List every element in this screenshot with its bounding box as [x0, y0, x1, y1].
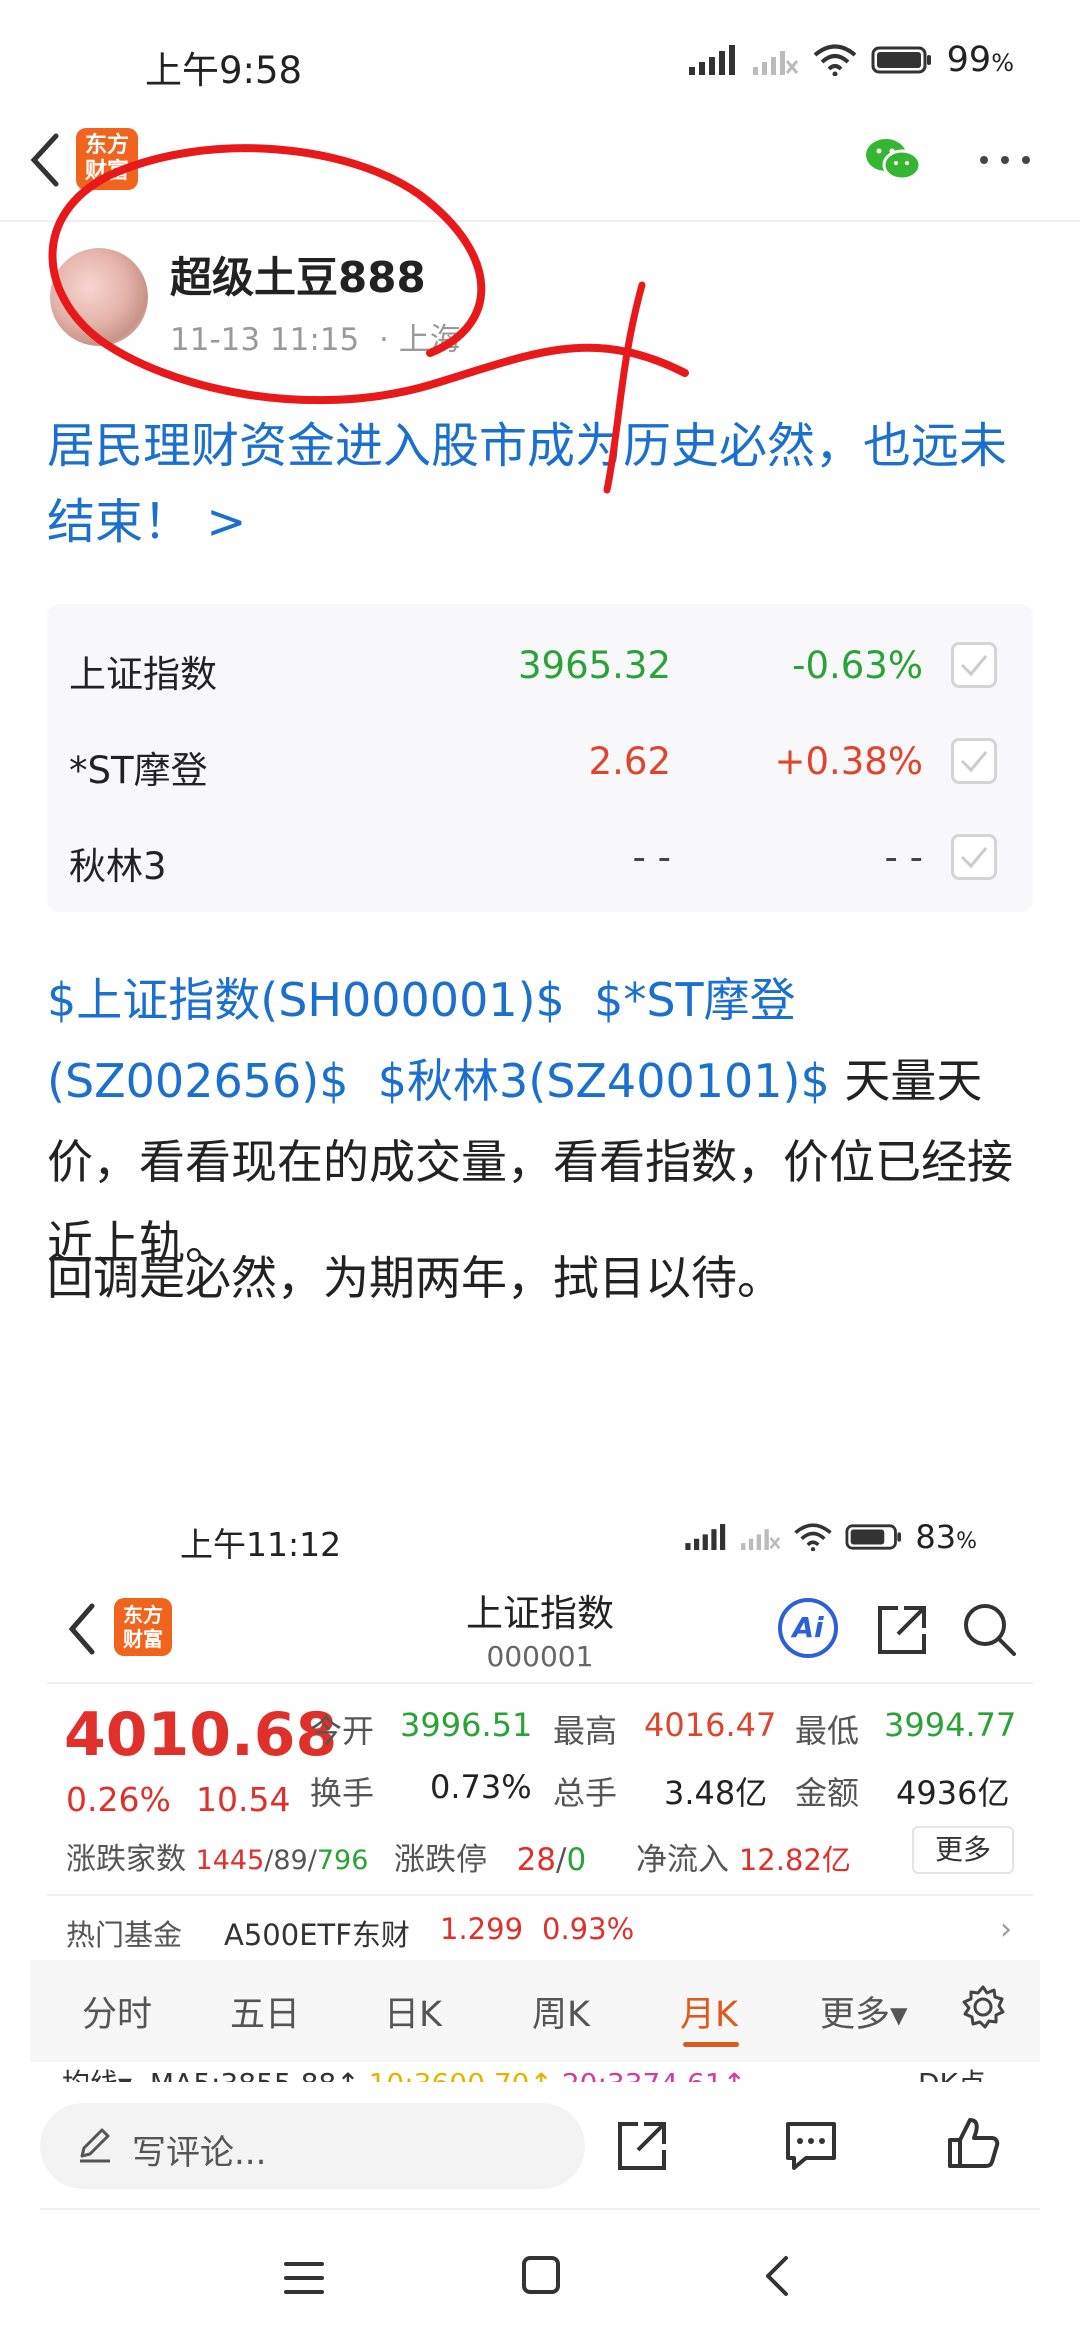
tab-more[interactable]: 更多▾	[820, 1986, 908, 2037]
signal-off-icon	[752, 51, 798, 75]
index-change-pct: 0.26%	[66, 1780, 171, 1819]
stock-price: 3965.32	[517, 644, 671, 687]
tab-five-day[interactable]: 五日	[230, 1986, 300, 2037]
checkmark-icon[interactable]	[951, 738, 997, 784]
share-icon[interactable]	[614, 2118, 670, 2174]
open-value: 3996.51	[400, 1706, 533, 1744]
stock-change: +0.38%	[774, 740, 923, 783]
stock-tag-link[interactable]: $秋林3(SZ400101)$	[378, 1054, 830, 1108]
stock-change: - -	[884, 836, 923, 879]
stock-price: - -	[632, 836, 671, 879]
high-value: 4016.47	[644, 1706, 777, 1744]
wifi-icon	[813, 44, 856, 76]
breadth: 涨跌家数 1445/89/796	[66, 1842, 369, 1877]
status-icons: 99%	[688, 40, 1014, 80]
hot-fund-name[interactable]: A500ETF东财	[224, 1912, 410, 1954]
high-label: 最高	[553, 1712, 618, 1750]
stock-row[interactable]: 上证指数 3965.32 -0.63%	[47, 618, 1033, 714]
stock-price: 2.62	[588, 740, 671, 783]
hot-fund-price: 1.299	[440, 1912, 524, 1946]
divider	[40, 2208, 1040, 2210]
stock-row[interactable]: 秋林3 - - - -	[47, 810, 1033, 906]
embedded-status-time: 上午11:12	[180, 1525, 342, 1564]
home-icon[interactable]	[522, 2256, 560, 2294]
tab-daily-k[interactable]: 日K	[384, 1986, 442, 2037]
nav-back-icon[interactable]	[762, 2254, 792, 2298]
comment-input[interactable]	[40, 2103, 585, 2189]
ai-button[interactable]: Ai	[778, 1598, 838, 1658]
battery-icon	[871, 46, 931, 74]
more-quotes-button[interactable]: 更多	[912, 1826, 1014, 1874]
divider	[47, 1894, 1033, 1896]
index-change: 10.54	[196, 1780, 291, 1819]
thumbs-up-icon[interactable]	[944, 2114, 1002, 2172]
wifi-icon	[794, 1523, 833, 1551]
status-time: 上午9:58	[145, 49, 303, 92]
comment-icon[interactable]	[782, 2118, 840, 2174]
embedded-status-icons: 83%	[685, 1518, 977, 1556]
amount-value: 4936亿	[896, 1774, 1010, 1812]
tab-weekly-k[interactable]: 周K	[532, 1986, 590, 2037]
signal-icon	[688, 45, 735, 75]
comment-placeholder: 写评论...	[132, 2133, 267, 2173]
stock-name: 上证指数	[69, 653, 217, 696]
dk-point-button[interactable]: DK点	[918, 2062, 986, 2084]
low-value: 3994.77	[884, 1706, 1017, 1744]
chevron-right-icon[interactable]: ›	[1000, 1912, 1012, 1947]
battery-level: 83%	[915, 1518, 977, 1556]
more-options-icon[interactable]	[980, 156, 1030, 164]
volume-label: 总手	[553, 1774, 618, 1812]
stock-tag-link[interactable]: $上证指数(SH000001)$	[47, 973, 565, 1027]
search-icon[interactable]	[960, 1600, 1018, 1658]
stock-name: 秋林3	[69, 845, 167, 888]
active-tab-indicator	[683, 2042, 739, 2047]
gear-icon[interactable]	[960, 1984, 1006, 2030]
share-icon[interactable]	[874, 1602, 930, 1658]
checkmark-icon[interactable]	[951, 834, 997, 880]
tab-monthly-k[interactable]: 月K	[680, 1986, 738, 2037]
index-price: 4010.68	[64, 1700, 338, 1770]
open-label: 今开	[310, 1712, 375, 1750]
stock-name: *ST摩登	[69, 749, 208, 792]
turnover-value: 0.73%	[430, 1768, 532, 1806]
turnover-label: 换手	[310, 1774, 375, 1812]
divider	[47, 1682, 1033, 1684]
stock-row[interactable]: *ST摩登 2.62 +0.38%	[47, 714, 1033, 810]
battery-icon	[845, 1524, 902, 1550]
amount-label: 金额	[795, 1774, 860, 1812]
hot-fund-label: 热门基金	[66, 1918, 183, 1952]
battery-level: 99%	[946, 40, 1014, 80]
body-paragraph: 回调是必然，为期两年，拭目以待。	[47, 1251, 783, 1305]
hot-fund-pct: 0.93%	[542, 1912, 635, 1946]
post-body: $上证指数(SH000001)$ $*ST摩登(SZ002656)$ $秋林3(…	[47, 960, 1037, 1284]
wechat-icon[interactable]	[864, 135, 924, 185]
low-label: 最低	[795, 1712, 860, 1750]
annotation-circle	[48, 144, 689, 494]
ma-indicator-row: 均线▾ MA5:3855.88↑ 10:3600.70↑ 20:3374.61↑…	[62, 2062, 1022, 2084]
signal-off-icon	[741, 1529, 781, 1550]
stock-card: 上证指数 3965.32 -0.63% *ST摩登 2.62 +0.38% 秋林…	[47, 604, 1033, 912]
stock-change: -0.63%	[792, 644, 923, 687]
limit-stats: 涨跌停 28/0	[394, 1842, 587, 1878]
checkmark-icon[interactable]	[951, 642, 997, 688]
pencil-icon	[80, 2128, 110, 2163]
signal-icon	[685, 1524, 726, 1550]
tab-intraday[interactable]: 分时	[82, 1986, 152, 2037]
volume-value: 3.48亿	[664, 1774, 768, 1812]
inflow: 净流入 12.82亿	[636, 1842, 851, 1878]
menu-icon[interactable]	[284, 2260, 324, 2296]
